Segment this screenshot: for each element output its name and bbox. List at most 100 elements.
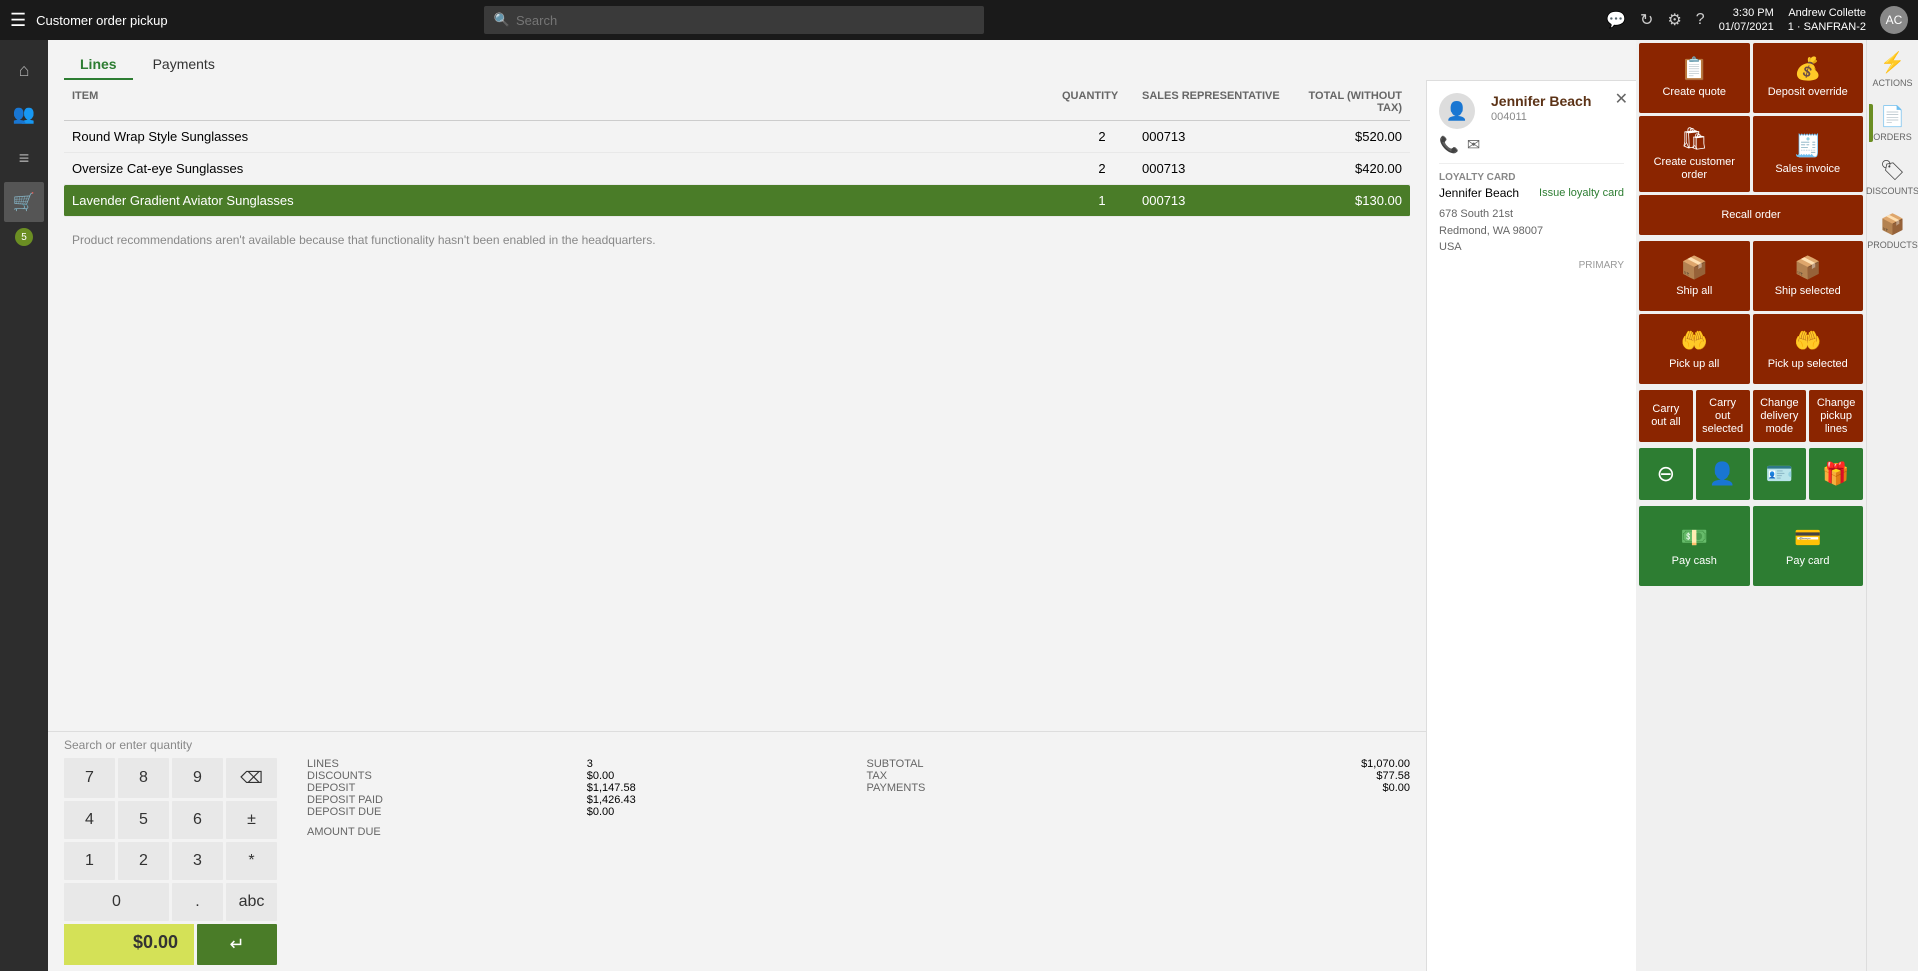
ship-all-label: Ship all (1676, 285, 1712, 298)
table-row[interactable]: Oversize Cat-eye Sunglasses 2 000713 $42… (64, 153, 1410, 185)
pay-cash-button[interactable]: 💵 Pay cash (1639, 506, 1750, 586)
create-customer-order-button[interactable]: 🛍 Create customer order (1639, 116, 1750, 192)
numpad-6[interactable]: 6 (172, 801, 223, 839)
deposit-due-value: $0.00 (587, 806, 851, 818)
numpad-1[interactable]: 1 (64, 842, 115, 880)
pay-cash-label: Pay cash (1672, 555, 1717, 568)
change-pickup-lines-button[interactable]: Change pickup lines (1809, 390, 1863, 442)
actions-icon: ⚡ (1880, 50, 1905, 75)
issue-loyalty-card-link[interactable]: Issue loyalty card (1539, 187, 1624, 199)
sidebar-discounts[interactable]: 🏷 DISCOUNTS (1866, 158, 1918, 196)
table-row[interactable]: Round Wrap Style Sunglasses 2 000713 $52… (64, 121, 1410, 153)
recall-order-label: Recall order (1721, 209, 1780, 222)
pick-up-selected-icon: 🤲 (1794, 328, 1821, 354)
lines-value: 3 (587, 758, 851, 770)
numpad-abc[interactable]: abc (226, 883, 277, 921)
numpad-3[interactable]: 3 (172, 842, 223, 880)
search-bar[interactable]: 🔍 (484, 6, 984, 34)
table-header: ITEM QUANTITY SALES REPRESENTATIVE TOTAL… (64, 84, 1410, 121)
actions-label: ACTIONS (1872, 78, 1912, 88)
search-input[interactable] (516, 13, 974, 28)
store-info: 1 · SANFRAN-2 (1788, 20, 1866, 34)
sidebar-home[interactable]: ⌂ (4, 50, 44, 90)
close-customer-panel[interactable]: ✕ (1615, 89, 1628, 109)
help-icon[interactable]: ? (1696, 11, 1705, 29)
row3-rep: 000713 (1142, 193, 1282, 208)
sidebar-orders[interactable]: 🛒 (4, 182, 44, 222)
refresh-icon[interactable]: ↻ (1640, 10, 1653, 30)
col-quantity: QUANTITY (1062, 90, 1142, 114)
row1-item: Round Wrap Style Sunglasses (72, 129, 1062, 144)
customer-avatar: 👤 (1439, 93, 1475, 129)
numpad-backspace[interactable]: ⌫ (226, 758, 277, 798)
tab-lines[interactable]: Lines (64, 50, 133, 80)
recall-order-button[interactable]: Recall order (1639, 195, 1863, 235)
phone-icon[interactable]: 📞 (1439, 135, 1459, 155)
col-total: TOTAL (WITHOUT TAX) (1282, 90, 1402, 114)
numpad-4[interactable]: 4 (64, 801, 115, 839)
ship-selected-button[interactable]: 📦 Ship selected (1753, 241, 1864, 311)
email-icon[interactable]: ✉ (1467, 135, 1480, 155)
summary-section: LINES 3 SUBTOTAL $1,070.00 DISCOUNTS $0.… (287, 758, 1410, 838)
carry-out-selected-button[interactable]: Carry out selected (1696, 390, 1750, 442)
pay-card-button[interactable]: 💳 Pay card (1753, 506, 1864, 586)
pick-up-selected-button[interactable]: 🤲 Pick up selected (1753, 314, 1864, 384)
numpad-9[interactable]: 9 (172, 758, 223, 798)
customer-id: 004011 (1491, 111, 1591, 123)
subtotal-label: SUBTOTAL (867, 758, 1131, 770)
id-card-button[interactable]: 🪪 (1753, 448, 1807, 500)
numpad-7[interactable]: 7 (64, 758, 115, 798)
tab-bar: Lines Payments (48, 40, 1636, 80)
sidebar-menu[interactable]: ≡ (4, 138, 44, 178)
lines-label: LINES (307, 758, 571, 770)
user-info: Andrew Collette 1 · SANFRAN-2 (1788, 6, 1866, 35)
row1-qty: 2 (1062, 129, 1142, 144)
numpad-plusminus[interactable]: ± (226, 801, 277, 839)
settings-icon[interactable]: ⚙ (1667, 10, 1681, 30)
col-sales-rep: SALES REPRESENTATIVE (1142, 90, 1282, 114)
sidebar-group[interactable]: 👥 (4, 94, 44, 134)
avatar[interactable]: AC (1880, 6, 1908, 34)
numpad-8[interactable]: 8 (118, 758, 169, 798)
pay-cash-icon: 💵 (1681, 525, 1708, 551)
sidebar-products[interactable]: 📦 PRODUCTS (1867, 212, 1918, 250)
change-delivery-mode-button[interactable]: Change delivery mode (1753, 390, 1807, 442)
person-circle-button[interactable]: 👤 (1696, 448, 1750, 500)
numpad-2[interactable]: 2 (118, 842, 169, 880)
sidebar-actions[interactable]: ⚡ ACTIONS (1872, 50, 1912, 88)
search-icon: 🔍 (494, 12, 510, 28)
primary-label: PRIMARY (1439, 260, 1624, 271)
deposit-override-icon: 💰 (1794, 56, 1821, 82)
create-quote-button[interactable]: 📋 Create quote (1639, 43, 1750, 113)
numpad-multiply[interactable]: * (226, 842, 277, 880)
row2-item: Oversize Cat-eye Sunglasses (72, 161, 1062, 176)
customer-panel: ✕ 👤 Jennifer Beach 004011 📞 ✉ LOYALTY CA… (1426, 80, 1636, 971)
numpad-0[interactable]: 0 (64, 883, 169, 921)
topbar-right: 💬 ↻ ⚙ ? 3:30 PM 01/07/2021 Andrew Collet… (1606, 6, 1908, 35)
loyalty-card-label: LOYALTY CARD (1439, 172, 1624, 183)
row2-total: $420.00 (1282, 161, 1402, 176)
row3-total: $130.00 (1282, 193, 1402, 208)
deposit-value: $1,147.58 (587, 782, 851, 794)
enter-button[interactable]: ↵ (197, 924, 277, 965)
numpad: 7 8 9 ⌫ 4 5 6 ± 1 (64, 758, 277, 921)
sidebar-orders[interactable]: 📄 ORDERS (1873, 104, 1912, 142)
hamburger-menu[interactable]: ☰ (10, 10, 26, 31)
deposit-override-button[interactable]: 💰 Deposit override (1753, 43, 1864, 113)
gift-card-button[interactable]: 🎁 (1809, 448, 1863, 500)
table-row[interactable]: Lavender Gradient Aviator Sunglasses 1 0… (64, 185, 1410, 217)
tab-payments[interactable]: Payments (137, 50, 231, 80)
numpad-dot[interactable]: . (172, 883, 223, 921)
ship-all-button[interactable]: 📦 Ship all (1639, 241, 1750, 311)
amount-due-display: $0.00 (64, 924, 194, 965)
pick-up-all-button[interactable]: 🤲 Pick up all (1639, 314, 1750, 384)
carry-out-all-button[interactable]: Carry out all (1639, 390, 1693, 442)
amount-due-label: AMOUNT DUE (307, 826, 381, 838)
loyalty-card-name: Jennifer Beach (1439, 186, 1519, 200)
chat-icon[interactable]: 💬 (1606, 10, 1626, 30)
minus-button[interactable]: ⊖ (1639, 448, 1693, 500)
customer-icons: 📞 ✉ (1439, 135, 1624, 155)
sales-invoice-button[interactable]: 🧾 Sales invoice (1753, 116, 1864, 192)
numpad-5[interactable]: 5 (118, 801, 169, 839)
create-order-icon: 🛍 (1680, 126, 1708, 152)
